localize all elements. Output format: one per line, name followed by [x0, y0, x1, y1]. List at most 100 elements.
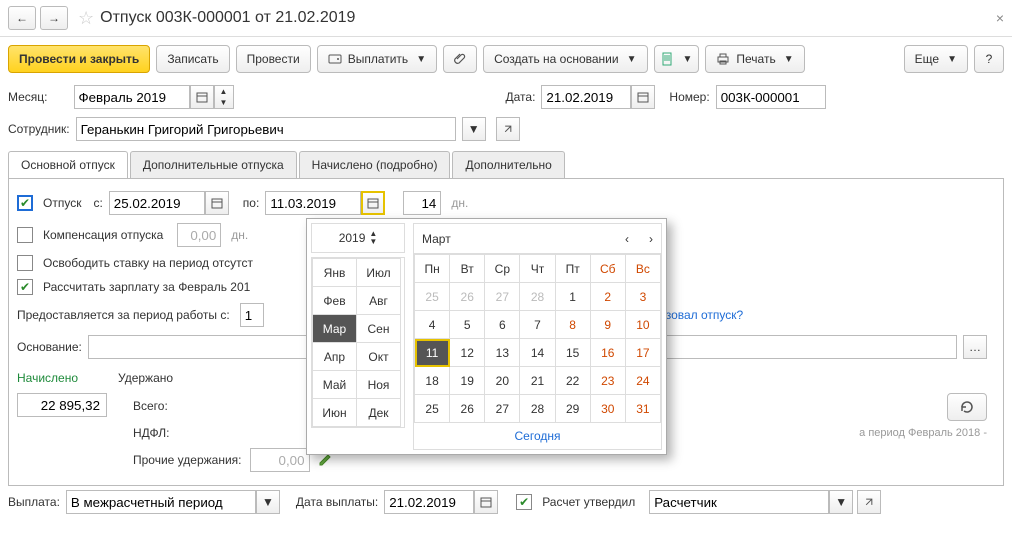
cal-day[interactable]: 15 [555, 339, 590, 367]
date-cal-button[interactable] [631, 85, 655, 109]
to-cal-button[interactable] [361, 191, 385, 215]
more-button[interactable]: Еще▼ [904, 45, 968, 73]
cal-day[interactable]: 4 [415, 311, 450, 339]
cal-day[interactable]: 26 [450, 283, 485, 311]
tab-calc[interactable]: Начислено (подробно) [299, 151, 451, 178]
tab-main[interactable]: Основной отпуск [8, 151, 128, 178]
employee-input[interactable] [76, 117, 456, 141]
cal-day[interactable]: 30 [590, 395, 625, 423]
pencil-icon[interactable] [318, 453, 332, 467]
cal-day[interactable]: 24 [625, 367, 660, 395]
from-cal-button[interactable] [205, 191, 229, 215]
cal-day[interactable]: 2 [590, 283, 625, 311]
help-button[interactable]: ? [974, 45, 1004, 73]
calc-checkbox[interactable] [17, 279, 33, 295]
cal-day[interactable]: 17 [625, 339, 660, 367]
cal-day[interactable]: 27 [485, 283, 520, 311]
star-icon[interactable]: ☆ [78, 8, 94, 29]
cal-month-Ноя[interactable]: Ноя [357, 371, 401, 399]
cal-day[interactable]: 29 [555, 395, 590, 423]
cal-month-Мар[interactable]: Мар [313, 315, 357, 343]
basis-more-button[interactable]: … [963, 335, 987, 359]
attach-button[interactable] [443, 45, 477, 73]
submit-close-button[interactable]: Провести и закрыть [8, 45, 150, 73]
cal-day[interactable]: 21 [520, 367, 555, 395]
cal-day[interactable]: 6 [485, 311, 520, 339]
cal-today-link[interactable]: Сегодня [414, 423, 661, 449]
cal-day[interactable]: 7 [520, 311, 555, 339]
cal-month-Сен[interactable]: Сен [357, 315, 401, 343]
month-input[interactable] [74, 85, 190, 109]
cal-day[interactable]: 22 [555, 367, 590, 395]
payout-select[interactable] [66, 490, 256, 514]
refresh-button[interactable] [947, 393, 987, 421]
cal-prev-button[interactable]: ‹ [625, 232, 629, 246]
to-input[interactable] [265, 191, 361, 215]
cal-month-Дек[interactable]: Дек [357, 399, 401, 427]
cal-day[interactable]: 18 [415, 367, 450, 395]
cal-day[interactable]: 5 [450, 311, 485, 339]
period-from-input[interactable] [240, 303, 264, 327]
tab-extra[interactable]: Дополнительно [452, 151, 564, 178]
approver-dd-button[interactable]: ▼ [829, 490, 853, 514]
cal-day[interactable]: 25 [415, 283, 450, 311]
year-down[interactable]: ▼ [369, 238, 377, 246]
cal-month-Июн[interactable]: Июн [313, 399, 357, 427]
cal-day[interactable]: 1 [555, 283, 590, 311]
payout-dd-button[interactable]: ▼ [256, 490, 280, 514]
approved-checkbox[interactable] [516, 494, 532, 510]
print-button[interactable]: Печать▼ [705, 45, 804, 73]
cal-day[interactable]: 20 [485, 367, 520, 395]
from-input[interactable] [109, 191, 205, 215]
vacation-checkbox[interactable] [17, 195, 33, 211]
cal-day[interactable]: 10 [625, 311, 660, 339]
cal-day[interactable]: 23 [590, 367, 625, 395]
month-cal-button[interactable] [190, 85, 214, 109]
tab-additional[interactable]: Дополнительные отпуска [130, 151, 297, 178]
cal-day[interactable]: 3 [625, 283, 660, 311]
cal-month-Фев[interactable]: Фев [313, 287, 357, 315]
cal-day[interactable]: 31 [625, 395, 660, 423]
nav-back-button[interactable]: ← [8, 6, 36, 30]
month-spinner[interactable]: ▲▼ [214, 85, 234, 109]
cal-day[interactable]: 16 [590, 339, 625, 367]
paydate-input[interactable] [384, 490, 474, 514]
cal-day[interactable]: 28 [520, 283, 555, 311]
cal-day[interactable]: 14 [520, 339, 555, 367]
cal-day[interactable]: 26 [450, 395, 485, 423]
approver-open-button[interactable] [857, 490, 881, 514]
cal-day[interactable]: 19 [450, 367, 485, 395]
cal-day[interactable]: 28 [520, 395, 555, 423]
cal-day[interactable]: 8 [555, 311, 590, 339]
cal-month-Апр[interactable]: Апр [313, 343, 357, 371]
close-icon[interactable]: × [996, 10, 1004, 26]
cal-day[interactable]: 25 [415, 395, 450, 423]
approver-input[interactable] [649, 490, 829, 514]
cal-month-Янв[interactable]: Янв [313, 259, 357, 287]
cal-day[interactable]: 13 [485, 339, 520, 367]
write-button[interactable]: Записать [156, 45, 229, 73]
days-input[interactable] [403, 191, 441, 215]
post-button[interactable]: Провести [236, 45, 311, 73]
used-vacation-link[interactable]: зовал отпуск? [666, 308, 743, 322]
cal-day[interactable]: 27 [485, 395, 520, 423]
paydate-cal-button[interactable] [474, 490, 498, 514]
nav-fwd-button[interactable]: → [40, 6, 68, 30]
cal-month-Июл[interactable]: Июл [357, 259, 401, 287]
employee-open-button[interactable] [496, 117, 520, 141]
fill-button[interactable]: ▼ [654, 45, 700, 73]
date-input[interactable] [541, 85, 631, 109]
cal-next-button[interactable]: › [649, 232, 653, 246]
pay-button[interactable]: Выплатить▼ [317, 45, 437, 73]
cal-month-Авг[interactable]: Авг [357, 287, 401, 315]
create-based-button[interactable]: Создать на основании▼ [483, 45, 647, 73]
comp-input[interactable] [177, 223, 221, 247]
cal-day[interactable]: 9 [590, 311, 625, 339]
release-checkbox[interactable] [17, 255, 33, 271]
number-input[interactable] [716, 85, 826, 109]
comp-checkbox[interactable] [17, 227, 33, 243]
cal-day[interactable]: 11 [415, 339, 450, 367]
employee-dd-button[interactable]: ▼ [462, 117, 486, 141]
cal-month-Окт[interactable]: Окт [357, 343, 401, 371]
cal-day[interactable]: 12 [450, 339, 485, 367]
